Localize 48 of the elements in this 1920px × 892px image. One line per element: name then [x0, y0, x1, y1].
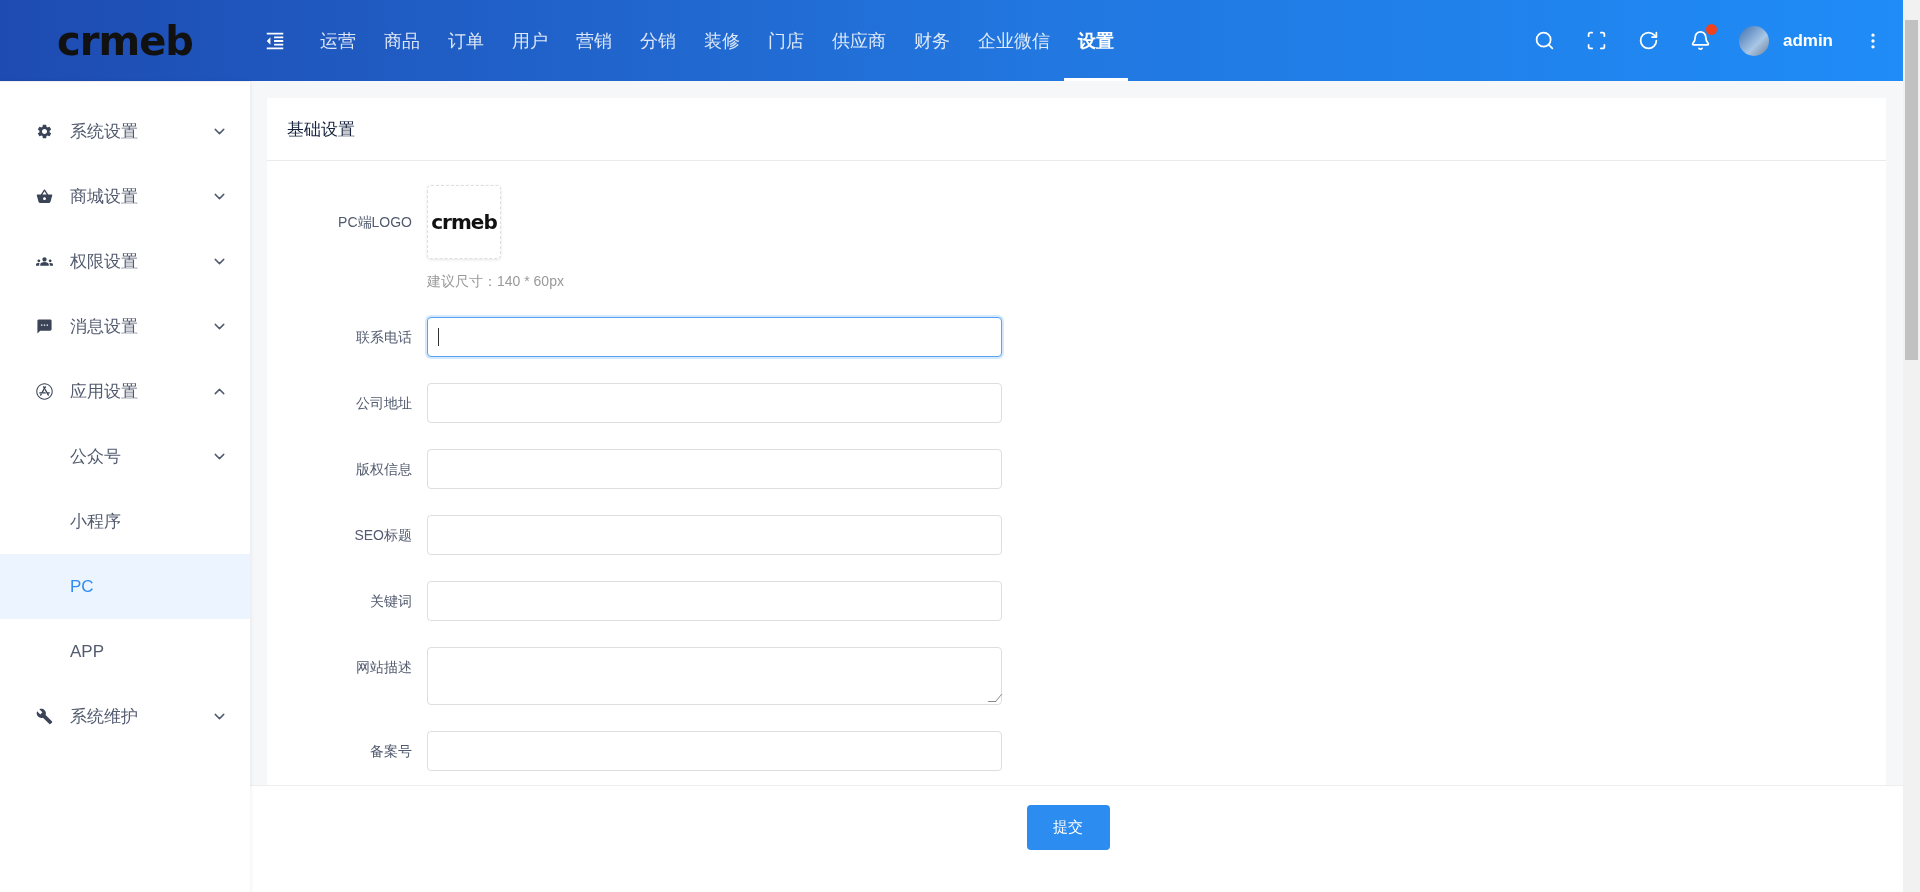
username[interactable]: admin: [1782, 30, 1833, 51]
textarea-field[interactable]: [427, 647, 1002, 705]
nav-tab[interactable]: 订单: [434, 0, 498, 81]
notification-icon[interactable]: [1690, 30, 1712, 51]
submenu-item[interactable]: PC: [0, 554, 250, 619]
search-icon[interactable]: [1534, 30, 1556, 51]
text-input[interactable]: [427, 317, 1002, 357]
sidebar-item[interactable]: 消息设置: [0, 294, 250, 359]
scrollbar[interactable]: [1903, 0, 1920, 892]
field-label: 联系电话: [355, 328, 413, 347]
nav-tab[interactable]: 装修: [690, 0, 754, 81]
field-label: 关键词: [369, 592, 413, 611]
nav-tab[interactable]: 企业微信: [964, 0, 1064, 81]
sidebar-item[interactable]: 权限设置: [0, 229, 250, 294]
submenu-item[interactable]: 公众号: [0, 424, 250, 489]
sidebar-item[interactable]: 应用设置: [0, 359, 250, 424]
sidebar-item[interactable]: 系统设置: [0, 99, 250, 164]
card-title: 基础设置: [267, 98, 1886, 161]
nav-tab[interactable]: 商品: [370, 0, 434, 81]
nav-tab[interactable]: 分销: [626, 0, 690, 81]
field-label: 网站描述: [355, 658, 413, 677]
nav-tab[interactable]: 供应商: [818, 0, 900, 81]
submenu-item[interactable]: APP: [0, 619, 250, 684]
gear-icon: [36, 123, 53, 140]
field-label: SEO标题: [353, 526, 413, 545]
sidebar-item[interactable]: 商城设置: [0, 164, 250, 229]
chat-icon: [36, 318, 53, 335]
refresh-icon[interactable]: [1638, 30, 1660, 51]
fullscreen-icon[interactable]: [1586, 30, 1608, 51]
wrench-icon: [36, 708, 53, 725]
nav-tab[interactable]: 营销: [562, 0, 626, 81]
submit-button[interactable]: 提交: [1026, 805, 1110, 850]
logo-image[interactable]: crmeb: [427, 185, 501, 259]
nav-tab[interactable]: 运营: [306, 0, 370, 81]
field-label: PC端LOGO: [337, 213, 413, 232]
submenu-item[interactable]: 小程序: [0, 489, 250, 554]
app-icon: [36, 383, 53, 400]
nav-tab[interactable]: 门店: [754, 0, 818, 81]
basket-icon: [36, 188, 53, 205]
sidebar-item[interactable]: 系统维护: [0, 684, 250, 749]
logo: crmeb: [56, 17, 194, 64]
field-label: 备案号: [369, 742, 413, 761]
nav-tab[interactable]: 财务: [900, 0, 964, 81]
avatar[interactable]: [1738, 25, 1769, 56]
field-label: 版权信息: [355, 460, 413, 479]
field-label: 公司地址: [355, 394, 413, 413]
nav-tab[interactable]: 用户: [498, 0, 562, 81]
size-hint: 建议尺寸：140 * 60px: [427, 273, 564, 291]
